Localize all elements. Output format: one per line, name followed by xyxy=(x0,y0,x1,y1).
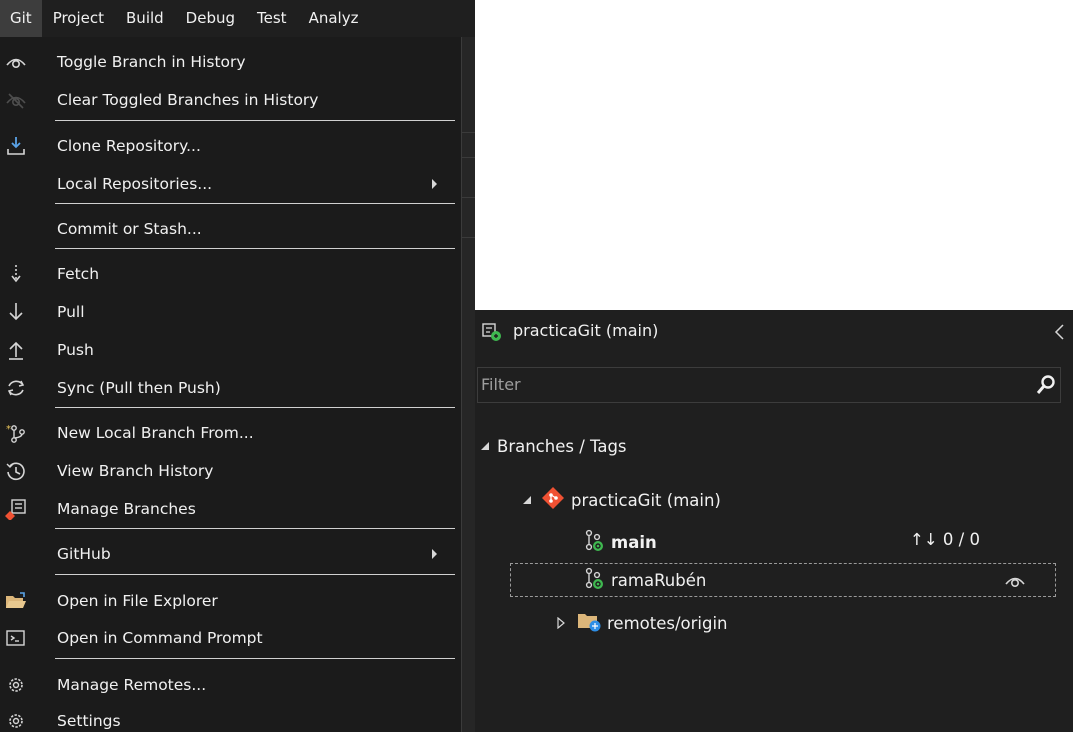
tree-node-label: Branches / Tags xyxy=(497,436,627,456)
menu-item-clone-repository[interactable]: Clone Repository... xyxy=(0,127,462,165)
menu-bar: Git Project Build Debug Test Analyz xyxy=(0,0,475,37)
git-dropdown-menu: Toggle Branch in History Clear Toggled B… xyxy=(0,37,462,732)
menu-item-toggle-branch[interactable]: Toggle Branch in History xyxy=(0,43,462,81)
editor-strip xyxy=(462,37,475,732)
history-icon xyxy=(4,460,28,482)
menu-item-label: Commit or Stash... xyxy=(57,220,202,238)
menu-item-label: Local Repositories... xyxy=(57,175,213,193)
menu-item-label: Sync (Pull then Push) xyxy=(57,379,221,397)
gear-icon xyxy=(4,710,28,732)
collapsed-triangle-icon xyxy=(555,614,577,633)
menu-separator xyxy=(55,248,455,249)
branch-icon xyxy=(583,566,611,594)
menu-separator xyxy=(55,120,455,121)
menu-item-label: Clear Toggled Branches in History xyxy=(57,91,319,109)
menu-item-clear-toggled[interactable]: Clear Toggled Branches in History xyxy=(0,81,462,119)
tree-node-repository[interactable]: practicaGit (main) xyxy=(521,484,721,516)
menu-item-push[interactable]: Push xyxy=(0,331,462,369)
tree-node-label: practicaGit (main) xyxy=(571,490,721,510)
gear-icon xyxy=(4,674,28,696)
menu-debug[interactable]: Debug xyxy=(175,0,246,37)
sync-icon xyxy=(4,377,28,399)
menu-item-sync[interactable]: Sync (Pull then Push) xyxy=(0,369,462,407)
sync-count: 0 / 0 xyxy=(942,530,980,549)
folder-open-icon xyxy=(4,590,28,612)
menu-item-label: Open in File Explorer xyxy=(57,592,218,610)
expanded-triangle-icon xyxy=(521,491,541,510)
fetch-dotted-arrow-icon xyxy=(4,263,28,285)
menu-item-label: Fetch xyxy=(57,265,100,283)
menu-item-label: Settings xyxy=(57,712,121,730)
menu-item-label: Manage Branches xyxy=(57,500,196,518)
menu-item-label: GitHub xyxy=(57,545,111,563)
pane-header: practicaGit (main) xyxy=(475,310,1073,354)
menu-item-open-command-prompt[interactable]: Open in Command Prompt xyxy=(0,619,462,657)
search-icon[interactable] xyxy=(1035,374,1057,396)
eye-off-icon xyxy=(4,89,28,111)
repository-icon xyxy=(481,322,503,342)
menu-separator xyxy=(55,658,455,659)
branch-item-main[interactable]: main ↑↓ 0 / 0 xyxy=(583,526,1063,558)
git-logo-icon xyxy=(541,486,571,514)
submenu-arrow-icon xyxy=(432,549,437,559)
menu-item-fetch[interactable]: Fetch xyxy=(0,255,462,293)
menu-item-label: Manage Remotes... xyxy=(57,676,207,694)
menu-item-view-branch-history[interactable]: View Branch History xyxy=(0,452,462,490)
remote-folder-icon xyxy=(577,610,607,636)
menu-item-label: Pull xyxy=(57,303,85,321)
svg-text:*: * xyxy=(6,424,11,435)
menu-item-label: View Branch History xyxy=(57,462,214,480)
filter-input[interactable]: Filter xyxy=(477,367,1061,403)
menu-item-manage-branches[interactable]: Manage Branches xyxy=(0,490,462,528)
arrow-down-icon xyxy=(4,301,28,323)
git-repository-pane: practicaGit (main) Filter Branches / Tag… xyxy=(475,310,1073,732)
clone-download-icon xyxy=(4,135,28,157)
sync-status: ↑↓ 0 / 0 xyxy=(910,530,980,549)
menu-item-settings[interactable]: Settings xyxy=(0,702,462,732)
eye-icon[interactable] xyxy=(1003,569,1029,591)
menu-item-label: Push xyxy=(57,341,94,359)
menu-item-commit-stash[interactable]: Commit or Stash... xyxy=(0,210,462,248)
menu-item-manage-remotes[interactable]: Manage Remotes... xyxy=(0,666,462,704)
menu-analyze[interactable]: Analyz xyxy=(298,0,359,37)
branch-name: main xyxy=(611,532,657,552)
submenu-arrow-icon xyxy=(432,179,437,189)
menu-item-open-file-explorer[interactable]: Open in File Explorer xyxy=(0,582,462,620)
menu-item-label: Open in Command Prompt xyxy=(57,629,263,647)
incoming-outgoing-arrows-icon: ↑↓ xyxy=(910,530,938,549)
tree-node-label: remotes/origin xyxy=(607,613,728,633)
arrow-up-icon xyxy=(4,339,28,361)
manage-branches-icon xyxy=(4,498,28,520)
menu-item-label: New Local Branch From... xyxy=(57,424,254,442)
terminal-icon xyxy=(4,627,28,649)
eye-icon xyxy=(4,51,28,73)
branch-name: ramaRubén xyxy=(611,570,707,590)
menu-item-local-repositories[interactable]: Local Repositories... xyxy=(0,165,462,203)
new-branch-icon: * xyxy=(4,422,28,444)
branch-icon xyxy=(583,528,611,556)
menu-test[interactable]: Test xyxy=(246,0,298,37)
menu-item-pull[interactable]: Pull xyxy=(0,293,462,331)
collapse-chevron-icon[interactable] xyxy=(1053,322,1067,342)
branch-item-ramaruben[interactable]: ramaRubén xyxy=(583,564,1053,596)
menu-separator xyxy=(55,528,455,529)
menu-item-new-local-branch[interactable]: * New Local Branch From... xyxy=(0,414,462,452)
tree-node-branches-tags[interactable]: Branches / Tags xyxy=(479,430,627,462)
menu-separator xyxy=(55,203,455,204)
menu-item-label: Toggle Branch in History xyxy=(57,53,246,71)
tree-node-remotes-origin[interactable]: remotes/origin xyxy=(555,607,728,639)
filter-placeholder: Filter xyxy=(481,375,521,394)
menu-build[interactable]: Build xyxy=(115,0,175,37)
menu-separator xyxy=(55,574,455,575)
menu-project[interactable]: Project xyxy=(42,0,115,37)
pane-title: practicaGit (main) xyxy=(513,321,659,340)
menu-git[interactable]: Git xyxy=(0,0,42,37)
expanded-triangle-icon xyxy=(479,437,497,456)
menu-item-label: Clone Repository... xyxy=(57,137,201,155)
menu-item-github[interactable]: GitHub xyxy=(0,535,462,573)
menu-separator xyxy=(55,407,455,408)
